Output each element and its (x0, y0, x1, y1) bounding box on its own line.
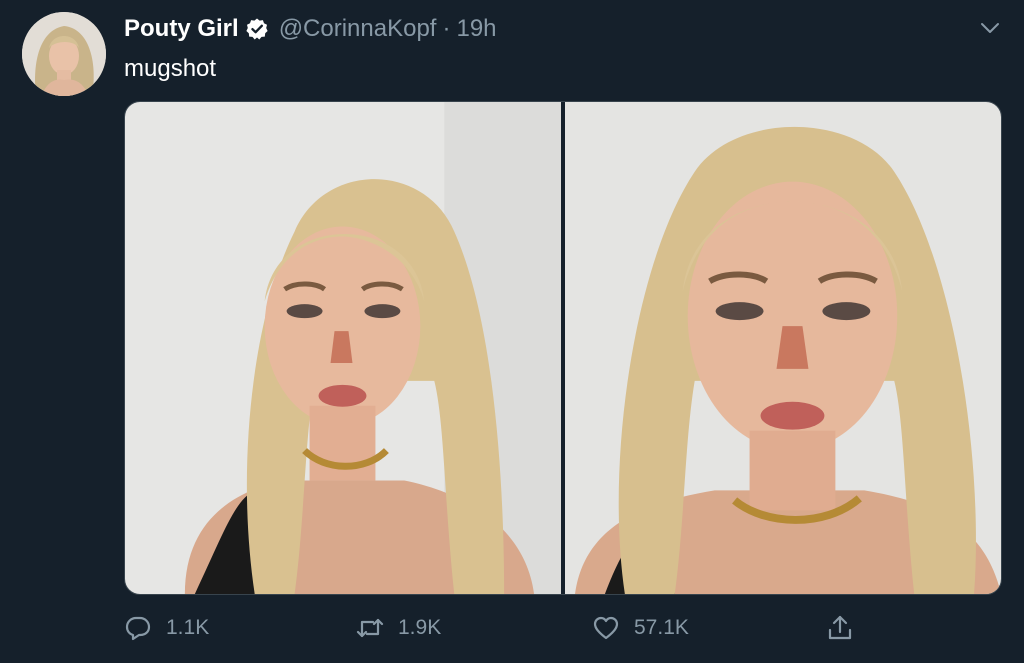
reply-icon (124, 614, 152, 642)
share-icon (826, 614, 854, 642)
like-count: 57.1K (634, 616, 689, 639)
retweet-count: 1.9K (398, 616, 442, 639)
heart-icon (592, 614, 620, 642)
tweet-photo[interactable] (565, 102, 1001, 594)
tweet-header: Pouty Girl @CorinnaKopf · 19h (124, 14, 497, 44)
avatar[interactable] (22, 12, 106, 96)
like-button[interactable]: 57.1K (592, 614, 689, 642)
display-name[interactable]: Pouty Girl (124, 15, 239, 43)
tweet-photo[interactable] (125, 102, 561, 594)
share-button[interactable] (826, 614, 854, 642)
tweet[interactable]: Pouty Girl @CorinnaKopf · 19h mugshot 1.… (0, 0, 1024, 663)
verified-badge-icon (245, 17, 269, 41)
tweet-actions: 1.1K 1.9K 57.1K (124, 614, 884, 648)
user-handle[interactable]: @CorinnaKopf (279, 15, 437, 43)
reply-button[interactable]: 1.1K (124, 614, 209, 642)
tweet-timestamp[interactable]: 19h (456, 15, 496, 43)
retweet-icon (356, 614, 384, 642)
chevron-down-icon[interactable] (976, 14, 1004, 42)
media-grid (124, 101, 1002, 595)
separator-dot: · (442, 15, 451, 42)
tweet-text: mugshot (124, 55, 217, 82)
retweet-button[interactable]: 1.9K (356, 614, 441, 642)
reply-count: 1.1K (166, 616, 210, 639)
